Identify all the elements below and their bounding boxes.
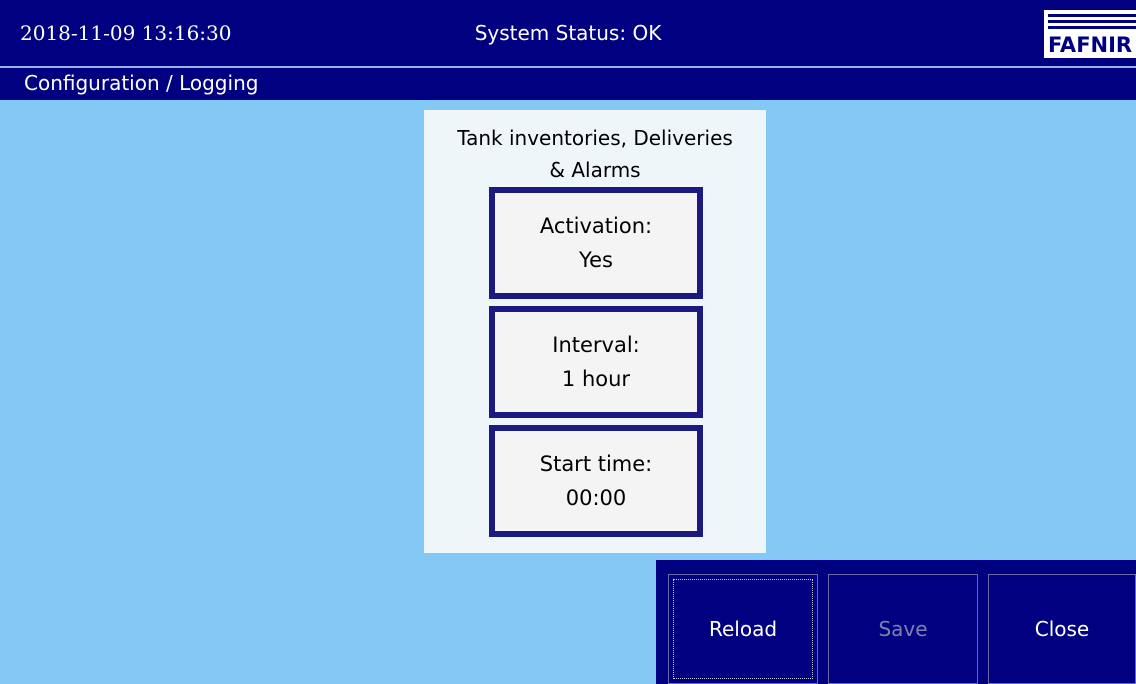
start-time-value: 00:00 — [565, 486, 627, 510]
logo-stripes — [1048, 14, 1136, 32]
breadcrumb-bar: Configuration / Logging — [0, 66, 1136, 100]
start-time-button[interactable]: Start time: 00:00 — [489, 425, 703, 537]
interval-value: 1 hour — [561, 367, 631, 391]
system-status: System Status: OK — [474, 21, 662, 45]
activation-value: Yes — [579, 248, 613, 272]
breadcrumb: Configuration / Logging — [24, 71, 259, 95]
interval-label: Interval: — [552, 333, 640, 357]
fafnir-logo: FAFNIR — [1044, 10, 1136, 58]
panel-title-line2: & Alarms — [549, 158, 641, 182]
panel-title-line1: Tank inventories, Deliveries — [457, 126, 733, 150]
top-bar: 2018-11-09 13:16:30 System Status: OK FA… — [0, 0, 1136, 66]
save-button[interactable]: Save — [828, 574, 978, 684]
logo-text: FAFNIR — [1048, 33, 1133, 57]
start-time-label: Start time: — [539, 452, 653, 476]
reload-button[interactable]: Reload — [668, 574, 818, 684]
interval-button[interactable]: Interval: 1 hour — [489, 306, 703, 418]
activation-button[interactable]: Activation: Yes — [489, 187, 703, 299]
close-button[interactable]: Close — [988, 574, 1136, 684]
panel-title: Tank inventories, Deliveries & Alarms — [424, 122, 766, 186]
activation-label: Activation: — [539, 214, 653, 238]
action-bar: Reload Save Close — [656, 560, 1136, 684]
logging-panel: Tank inventories, Deliveries & Alarms Ac… — [424, 110, 766, 553]
